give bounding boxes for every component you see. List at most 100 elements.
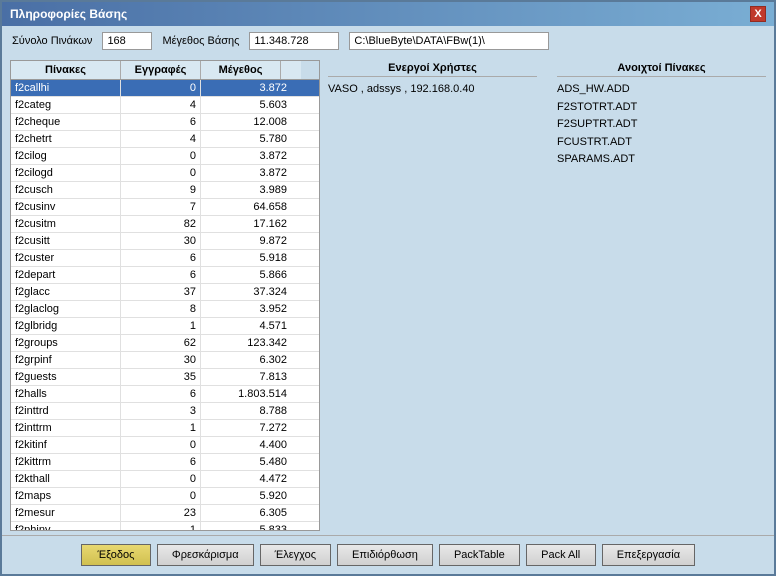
cell-records: 0 <box>121 148 201 164</box>
cell-name: f2inttrm <box>11 420 121 436</box>
table-row[interactable]: f2chetrt45.780 <box>11 131 319 148</box>
table-row[interactable]: f2kitinf04.400 <box>11 437 319 454</box>
cell-name: f2inttrd <box>11 403 121 419</box>
table-row[interactable]: f2halls61.803.514 <box>11 386 319 403</box>
cell-name: f2cheque <box>11 114 121 130</box>
table-row[interactable]: f2inttrd38.788 <box>11 403 319 420</box>
cell-records: 3 <box>121 403 201 419</box>
close-button[interactable]: X <box>750 6 766 22</box>
cell-size: 5.833 <box>201 522 291 531</box>
table-row[interactable]: f2groups62123.342 <box>11 335 319 352</box>
cell-name: f2cusinv <box>11 199 121 215</box>
cell-records: 0 <box>121 437 201 453</box>
info-panels: Ενεργοί Χρήστες VASO , adssys , 192.168.… <box>328 60 766 531</box>
table-row[interactable]: f2kittrm65.480 <box>11 454 319 471</box>
table-row[interactable]: f2cilog03.872 <box>11 148 319 165</box>
bottom-bar: Έξοδος Φρεσκάρισμα Έλεγχος Επιδιόρθωση P… <box>2 535 774 574</box>
cell-name: f2kittrm <box>11 454 121 470</box>
table-row[interactable]: f2cusch93.989 <box>11 182 319 199</box>
cell-size: 6.305 <box>201 505 291 521</box>
cell-records: 4 <box>121 131 201 147</box>
cell-size: 9.872 <box>201 233 291 249</box>
cell-records: 30 <box>121 233 201 249</box>
cell-size: 7.813 <box>201 369 291 385</box>
cell-records: 9 <box>121 182 201 198</box>
size-input[interactable] <box>249 32 339 50</box>
check-button[interactable]: Έλεγχος <box>260 544 331 566</box>
cell-size: 5.918 <box>201 250 291 266</box>
cell-size: 17.162 <box>201 216 291 232</box>
table-row[interactable]: f2cilogd03.872 <box>11 165 319 182</box>
cell-records: 0 <box>121 80 201 96</box>
open-table-item: ADS_HW.ADD <box>557 81 766 99</box>
cell-size: 8.788 <box>201 403 291 419</box>
title-bar: Πληροφορίες Βάσης X <box>2 2 774 26</box>
main-window: Πληροφορίες Βάσης X Σύνολο Πινάκων Μέγεθ… <box>0 0 776 576</box>
col-header-name: Πίνακες <box>11 61 121 79</box>
cell-records: 4 <box>121 97 201 113</box>
pack-table-button[interactable]: PackTable <box>439 544 520 566</box>
table-row[interactable]: f2categ45.603 <box>11 97 319 114</box>
table-row[interactable]: f2kthall04.472 <box>11 471 319 488</box>
total-label: Σύνολο Πινάκων <box>12 35 92 47</box>
cell-records: 6 <box>121 114 201 130</box>
total-input[interactable] <box>102 32 152 50</box>
cell-name: f2cusitt <box>11 233 121 249</box>
table-row[interactable]: f2phinv15.833 <box>11 522 319 531</box>
cell-size: 5.780 <box>201 131 291 147</box>
cell-records: 6 <box>121 250 201 266</box>
table-row[interactable]: f2custer65.918 <box>11 250 319 267</box>
cell-records: 1 <box>121 420 201 436</box>
table-section: Πίνακες Εγγραφές Μέγεθος f2callhi03.872f… <box>10 60 320 531</box>
cell-size: 3.872 <box>201 80 291 96</box>
cell-size: 5.920 <box>201 488 291 504</box>
pack-all-button[interactable]: Pack All <box>526 544 596 566</box>
cell-size: 4.472 <box>201 471 291 487</box>
cell-size: 64.658 <box>201 199 291 215</box>
table-row[interactable]: f2callhi03.872 <box>11 80 319 97</box>
cell-name: f2mesur <box>11 505 121 521</box>
cell-name: f2grpinf <box>11 352 121 368</box>
cell-name: f2cilogd <box>11 165 121 181</box>
window-title: Πληροφορίες Βάσης <box>10 7 127 21</box>
cell-size: 37.324 <box>201 284 291 300</box>
cell-records: 0 <box>121 488 201 504</box>
cell-name: f2categ <box>11 97 121 113</box>
table-row[interactable]: f2mesur236.305 <box>11 505 319 522</box>
cell-records: 37 <box>121 284 201 300</box>
cell-size: 4.400 <box>201 437 291 453</box>
table-row[interactable]: f2inttrm17.272 <box>11 420 319 437</box>
refresh-button[interactable]: Φρεσκάρισμα <box>157 544 254 566</box>
cell-size: 6.302 <box>201 352 291 368</box>
table-body[interactable]: f2callhi03.872f2categ45.603f2cheque612.0… <box>10 79 320 531</box>
cell-name: f2phinv <box>11 522 121 531</box>
exit-button[interactable]: Έξοδος <box>81 544 151 566</box>
table-row[interactable]: f2cusitm8217.162 <box>11 216 319 233</box>
table-row[interactable]: f2glbridg14.571 <box>11 318 319 335</box>
cell-size: 1.803.514 <box>201 386 291 402</box>
cell-name: f2kitinf <box>11 437 121 453</box>
path-input[interactable] <box>349 32 549 50</box>
cell-name: f2depart <box>11 267 121 283</box>
processing-button[interactable]: Επεξεργασία <box>602 544 695 566</box>
cell-name: f2chetrt <box>11 131 121 147</box>
cell-records: 30 <box>121 352 201 368</box>
col-header-scroll <box>281 61 301 79</box>
cell-size: 7.272 <box>201 420 291 436</box>
table-row[interactable]: f2cusitt309.872 <box>11 233 319 250</box>
table-row[interactable]: f2glaclog83.952 <box>11 301 319 318</box>
table-row[interactable]: f2grpinf306.302 <box>11 352 319 369</box>
repair-button[interactable]: Επιδιόρθωση <box>337 544 433 566</box>
open-tables-content: ADS_HW.ADDF2STOTRT.ADTF2SUPTRT.ADTFCUSTR… <box>557 81 766 169</box>
cell-name: f2cusitm <box>11 216 121 232</box>
table-row[interactable]: f2guests357.813 <box>11 369 319 386</box>
cell-records: 1 <box>121 318 201 334</box>
table-row[interactable]: f2cheque612.008 <box>11 114 319 131</box>
content-area: Πίνακες Εγγραφές Μέγεθος f2callhi03.872f… <box>2 56 774 535</box>
table-row[interactable]: f2maps05.920 <box>11 488 319 505</box>
cell-name: f2groups <box>11 335 121 351</box>
table-row[interactable]: f2cusinv764.658 <box>11 199 319 216</box>
table-row[interactable]: f2glacc3737.324 <box>11 284 319 301</box>
size-label: Μέγεθος Βάσης <box>162 35 239 47</box>
table-row[interactable]: f2depart65.866 <box>11 267 319 284</box>
